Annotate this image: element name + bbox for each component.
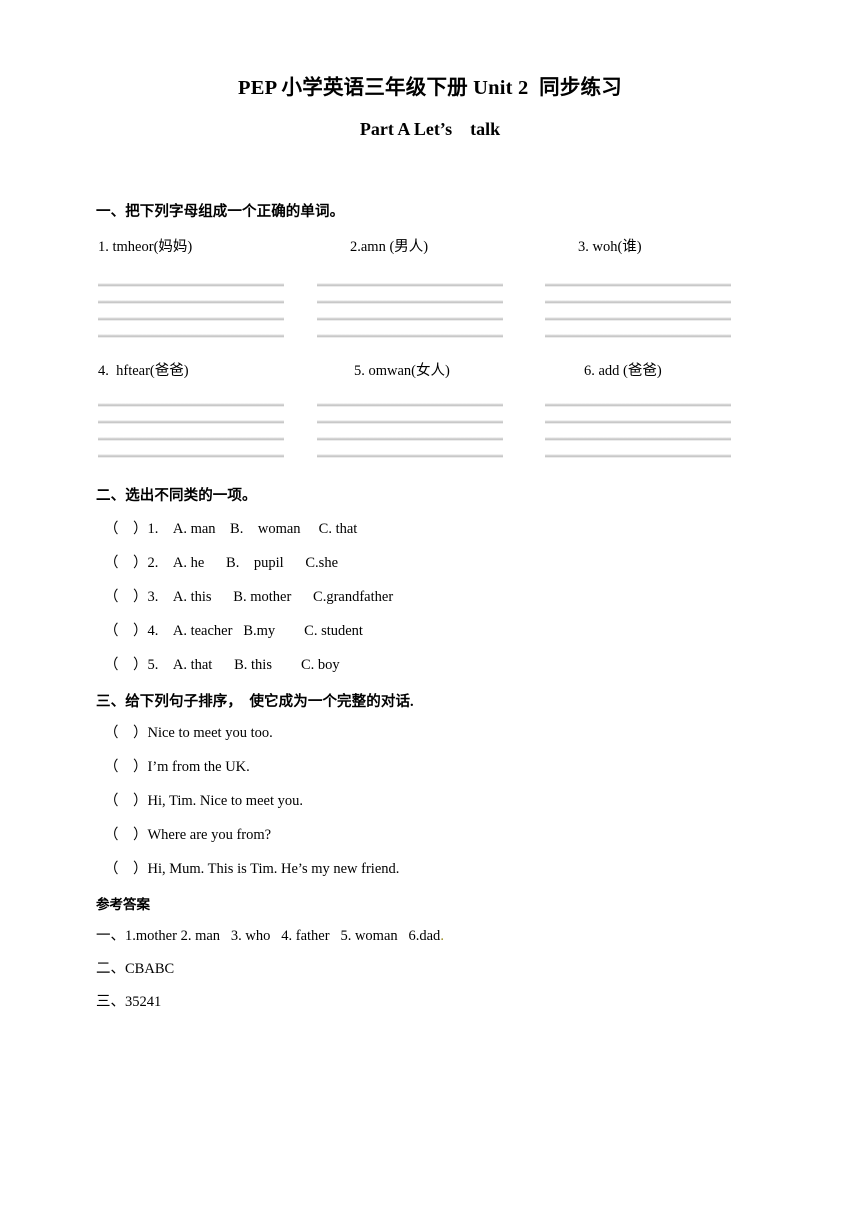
answer-trailing-mark: . xyxy=(440,928,444,944)
word-item-1: 1. tmheor(妈妈) xyxy=(98,239,193,255)
worksheet-page: PEP 小学英语三年级下册 Unit 2 同步练习 Part A Let’s t… xyxy=(0,0,860,1216)
writing-guide-2-col-2 xyxy=(317,399,503,461)
title-line-1: PEP 小学英语三年级下册 Unit 2 同步练习 xyxy=(238,77,622,99)
answer-row-1: 一、1.mother 2. man 3. who 4. father 5. wo… xyxy=(96,926,444,946)
guide-line xyxy=(317,403,503,407)
word-item-3: 3. woh(谁) xyxy=(578,239,642,255)
guide-line xyxy=(317,437,503,441)
writing-guide-2-col-1 xyxy=(98,399,284,461)
section-3-item-1[interactable]: （ ）Nice to meet you too. xyxy=(104,723,273,743)
guide-line xyxy=(98,454,284,458)
section-1-word-row-2: 4. hftear(爸爸) 5. omwan(女人) 6. add (爸爸) xyxy=(0,361,860,381)
section-1-heading: 一、把下列字母组成一个正确的单词。 xyxy=(96,204,345,220)
guide-line xyxy=(317,283,503,287)
section-2-item-5[interactable]: （ ）5. A. that B. this C. boy xyxy=(104,655,340,675)
section-3-item-4[interactable]: （ ）Where are you from? xyxy=(104,825,271,845)
writing-guide-1-col-1 xyxy=(98,279,284,341)
section-2-item-2[interactable]: （ ）2. A. he B. pupil C.she xyxy=(104,553,338,573)
answer-row-3: 三、35241 xyxy=(96,994,162,1010)
answer-key-heading: 参考答案 xyxy=(96,897,150,912)
word-item-5: 5. omwan(女人) xyxy=(354,363,450,379)
guide-line xyxy=(545,300,731,304)
section-2-heading: 二、选出不同类的一项。 xyxy=(96,488,257,504)
title-line-2: Part A Let’s talk xyxy=(359,119,501,139)
guide-line xyxy=(98,334,284,338)
writing-guide-1-col-3 xyxy=(545,279,731,341)
writing-guide-1-col-2 xyxy=(317,279,503,341)
guide-line xyxy=(98,300,284,304)
section-3-heading: 三、给下列句子排序， 使它成为一个完整的对话. xyxy=(96,694,414,710)
guide-line xyxy=(98,283,284,287)
section-2-item-4[interactable]: （ ）4. A. teacher B.my C. student xyxy=(104,621,363,641)
guide-line xyxy=(98,403,284,407)
guide-line xyxy=(545,454,731,458)
guide-line xyxy=(545,437,731,441)
guide-line xyxy=(545,334,731,338)
writing-guide-2-col-3 xyxy=(545,399,731,461)
section-2-item-3[interactable]: （ ）3. A. this B. mother C.grandfather xyxy=(104,587,393,607)
guide-line xyxy=(545,317,731,321)
guide-line xyxy=(98,317,284,321)
guide-line xyxy=(98,420,284,424)
guide-line xyxy=(545,403,731,407)
section-1-word-row-1: 1. tmheor(妈妈) 2.amn (男人) 3. woh(谁) xyxy=(0,237,860,257)
guide-line xyxy=(98,437,284,441)
guide-line xyxy=(545,420,731,424)
word-item-6: 6. add (爸爸) xyxy=(584,363,662,379)
section-2-item-1[interactable]: （ ）1. A. man B. woman C. that xyxy=(104,519,357,539)
guide-line xyxy=(317,454,503,458)
section-3-item-2[interactable]: （ ）I’m from the UK. xyxy=(104,757,250,777)
guide-line xyxy=(317,300,503,304)
word-item-2: 2.amn (男人) xyxy=(350,239,429,255)
guide-line xyxy=(545,283,731,287)
answer-row-1-text: 一、1.mother 2. man 3. who 4. father 5. wo… xyxy=(96,928,441,944)
section-3-item-3[interactable]: （ ）Hi, Tim. Nice to meet you. xyxy=(104,791,303,811)
page-title: PEP 小学英语三年级下册 Unit 2 同步练习 Part A Let’s t… xyxy=(0,74,860,143)
section-3-item-5[interactable]: （ ）Hi, Mum. This is Tim. He’s my new fri… xyxy=(104,859,399,879)
guide-line xyxy=(317,317,503,321)
guide-line xyxy=(317,334,503,338)
answer-row-2: 二、CBABC xyxy=(96,961,175,977)
guide-line xyxy=(317,420,503,424)
word-item-4: 4. hftear(爸爸) xyxy=(98,363,189,379)
